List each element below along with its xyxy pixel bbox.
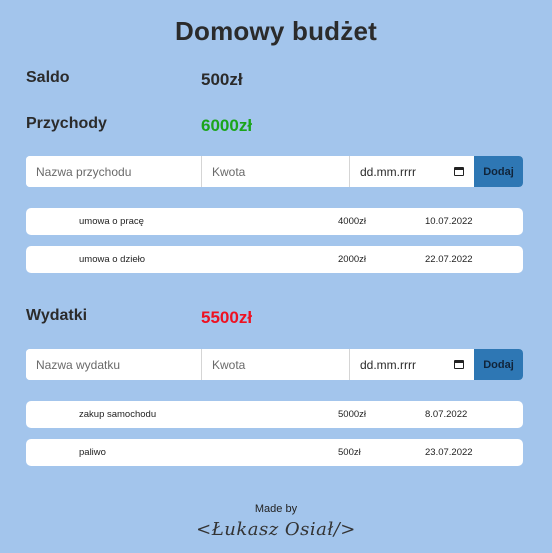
balance-value: 500zł (201, 70, 243, 89)
add-expense-button[interactable]: Dodaj (474, 349, 523, 380)
entry-amount: 4000zł (338, 216, 366, 227)
add-income-button[interactable]: Dodaj (474, 156, 523, 187)
author-signature: <Łukasz Osiał/> (196, 519, 356, 540)
entry-date: 22.07.2022 (425, 254, 473, 265)
calendar-icon[interactable] (454, 360, 464, 369)
entry-date: 8.07.2022 (425, 409, 468, 420)
entry-date: 23.07.2022 (425, 447, 473, 458)
entry-name: paliwo (79, 447, 106, 458)
balance-label: Saldo (26, 69, 70, 86)
income-name-input[interactable] (26, 156, 202, 187)
page-title: Domowy budżet (175, 16, 377, 46)
entry-name: zakup samochodu (79, 409, 157, 420)
income-date-placeholder: dd.mm.rrrr (360, 164, 416, 179)
income-entry: umowa o pracę 4000zł 10.07.2022 (26, 208, 523, 235)
expenses-total: 5500zł (201, 308, 253, 327)
expense-entry: paliwo 500zł 23.07.2022 (26, 439, 523, 466)
income-amount-input[interactable] (202, 156, 350, 187)
expense-date-input[interactable]: dd.mm.rrrr (350, 349, 474, 380)
made-by-label: Made by (254, 503, 298, 515)
entry-amount: 5000zł (338, 409, 366, 420)
expense-form: dd.mm.rrrr Dodaj (26, 349, 523, 380)
entry-name: umowa o dzieło (79, 254, 146, 265)
expense-amount-input[interactable] (202, 349, 350, 380)
expense-entry: zakup samochodu 5000zł 8.07.2022 (26, 401, 523, 428)
expense-name-input[interactable] (26, 349, 202, 380)
income-date-input[interactable]: dd.mm.rrrr (350, 156, 474, 187)
calendar-icon[interactable] (454, 167, 464, 176)
entry-amount: 500zł (338, 447, 361, 458)
income-label: Przychody (26, 115, 107, 132)
entry-date: 10.07.2022 (425, 216, 473, 227)
income-total: 6000zł (201, 116, 253, 135)
income-entry: umowa o dzieło 2000zł 22.07.2022 (26, 246, 523, 273)
income-form: dd.mm.rrrr Dodaj (26, 156, 523, 187)
entry-amount: 2000zł (338, 254, 366, 265)
entry-name: umowa o pracę (79, 216, 144, 227)
expenses-label: Wydatki (26, 307, 88, 324)
expense-date-placeholder: dd.mm.rrrr (360, 357, 416, 372)
